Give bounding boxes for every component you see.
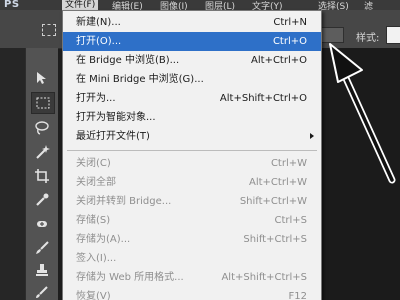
clone-stamp-icon[interactable] xyxy=(31,260,53,280)
annotation-arrow-icon xyxy=(329,43,396,184)
submenu-arrow-icon xyxy=(310,133,314,139)
menu-item-save-for-web[interactable]: 存储为 Web 所用格式... Alt+Shift+Ctrl+S xyxy=(63,268,321,287)
move-icon[interactable] xyxy=(31,68,53,88)
menu-item-recent-files[interactable]: 最近打开文件(T) xyxy=(63,127,321,146)
workspace-left xyxy=(0,48,25,300)
menu-item-revert[interactable]: 恢复(V) F12 xyxy=(63,287,321,300)
crop-icon[interactable] xyxy=(31,166,53,186)
healing-brush-icon[interactable] xyxy=(31,214,53,234)
menu-item-browse-mini-bridge[interactable]: 在 Mini Bridge 中浏览(G)... xyxy=(63,70,321,89)
menu-item-save[interactable]: 存储(S) Ctrl+S xyxy=(63,211,321,230)
menu-item-close-all[interactable]: 关闭全部 Alt+Ctrl+W xyxy=(63,173,321,192)
tool-panel xyxy=(25,48,58,300)
menu-separator xyxy=(67,150,317,151)
menu-item-check-in[interactable]: 签入(I)... xyxy=(63,249,321,268)
menu-item-close[interactable]: 关闭(C) Ctrl+W xyxy=(63,154,321,173)
file-menu-dropdown: 新建(N)... Ctrl+N 打开(O)... Ctrl+O 在 Bridge… xyxy=(62,10,322,300)
history-brush-icon[interactable] xyxy=(31,282,53,300)
magic-wand-icon[interactable] xyxy=(31,142,53,162)
eyedropper-icon[interactable] xyxy=(31,190,53,210)
app-logo: PS xyxy=(4,0,20,10)
photoshop-window: PS 文件(F) 编辑(E) 图像(I) 图层(L) 文字(Y) 选择(S) 滤… xyxy=(0,0,400,300)
menu-item-open-as[interactable]: 打开为... Alt+Shift+Ctrl+O xyxy=(63,89,321,108)
menu-bar: PS 文件(F) 编辑(E) 图像(I) 图层(L) 文字(Y) 选择(S) 滤 xyxy=(0,0,400,12)
lasso-icon[interactable] xyxy=(31,118,53,138)
menu-item-browse-bridge[interactable]: 在 Bridge 中浏览(B)... Alt+Ctrl+O xyxy=(63,51,321,70)
menu-item-open[interactable]: 打开(O)... Ctrl+O xyxy=(63,32,321,51)
marquee-icon[interactable] xyxy=(31,92,55,114)
brush-icon[interactable] xyxy=(31,238,53,258)
marquee-option-icon[interactable] xyxy=(42,24,56,36)
menu-item-new[interactable]: 新建(N)... Ctrl+N xyxy=(63,13,321,32)
menu-file[interactable]: 文件(F) xyxy=(62,0,99,10)
menu-item-open-smart-object[interactable]: 打开为智能对象... xyxy=(63,108,321,127)
menu-item-save-as[interactable]: 存储为(A)... Shift+Ctrl+S xyxy=(63,230,321,249)
menu-item-close-go-bridge[interactable]: 关闭并转到 Bridge... Shift+Ctrl+W xyxy=(63,192,321,211)
